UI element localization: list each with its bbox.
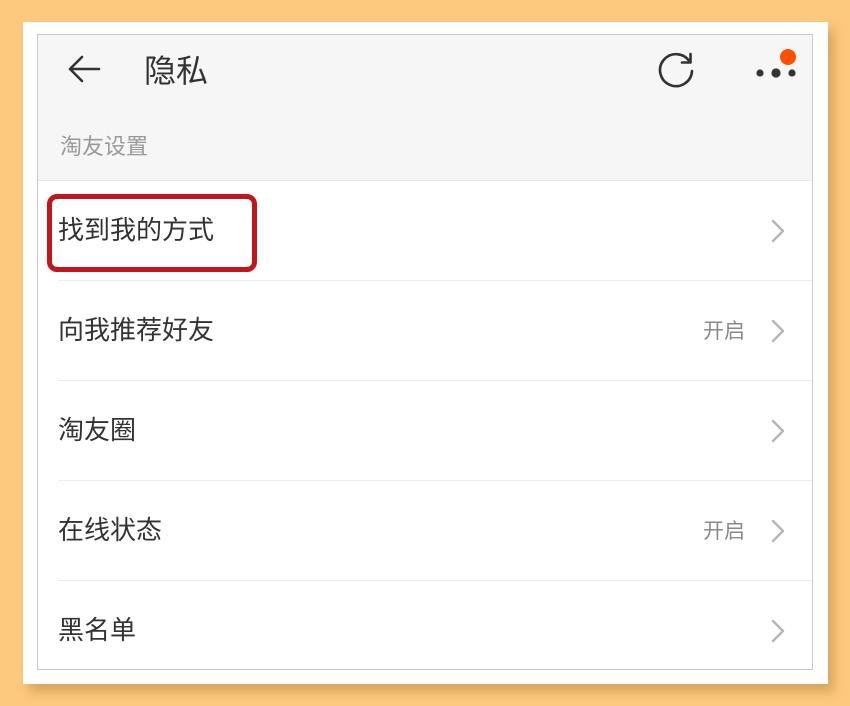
refresh-button[interactable] xyxy=(650,47,702,99)
row-status-value: 开启 xyxy=(703,319,745,343)
settings-row-recommend-friends[interactable]: 向我推荐好友 开启 xyxy=(38,281,812,381)
row-label: 淘友圈 xyxy=(58,416,137,446)
settings-list: 找到我的方式 向我推荐好友 开启 淘友圈 在线状态 开启 黑名单 xyxy=(38,181,812,669)
more-dots-icon xyxy=(755,64,797,83)
back-button[interactable] xyxy=(62,49,106,93)
chevron-right-icon xyxy=(771,519,785,543)
chevron-right-icon xyxy=(771,619,785,643)
settings-row-taoyou-circle[interactable]: 淘友圈 xyxy=(38,381,812,481)
row-label: 黑名单 xyxy=(58,616,137,646)
chevron-right-icon xyxy=(771,319,785,343)
nav-header: 隐私 淘友设置 xyxy=(38,35,812,181)
row-status-value: 开启 xyxy=(703,519,745,543)
row-label: 在线状态 xyxy=(58,516,163,546)
page-title: 隐私 xyxy=(144,52,209,90)
arrow-left-icon xyxy=(67,55,101,87)
row-label: 找到我的方式 xyxy=(58,216,215,246)
refresh-icon xyxy=(653,48,699,98)
more-button[interactable] xyxy=(750,49,802,97)
settings-row-blacklist[interactable]: 黑名单 xyxy=(38,581,812,669)
privacy-settings-screen: 隐私 淘友设置 找到我的方式 向我推荐好友 开启 淘友圈 在线状态 开启 黑名单 xyxy=(37,34,813,670)
chevron-right-icon xyxy=(771,419,785,443)
chevron-right-icon xyxy=(771,219,785,243)
settings-row-find-me[interactable]: 找到我的方式 xyxy=(38,181,812,281)
section-label-taoyou-settings: 淘友设置 xyxy=(60,135,149,160)
row-label: 向我推荐好友 xyxy=(58,316,215,346)
notification-dot xyxy=(780,49,796,65)
settings-row-online-status[interactable]: 在线状态 开启 xyxy=(38,481,812,581)
